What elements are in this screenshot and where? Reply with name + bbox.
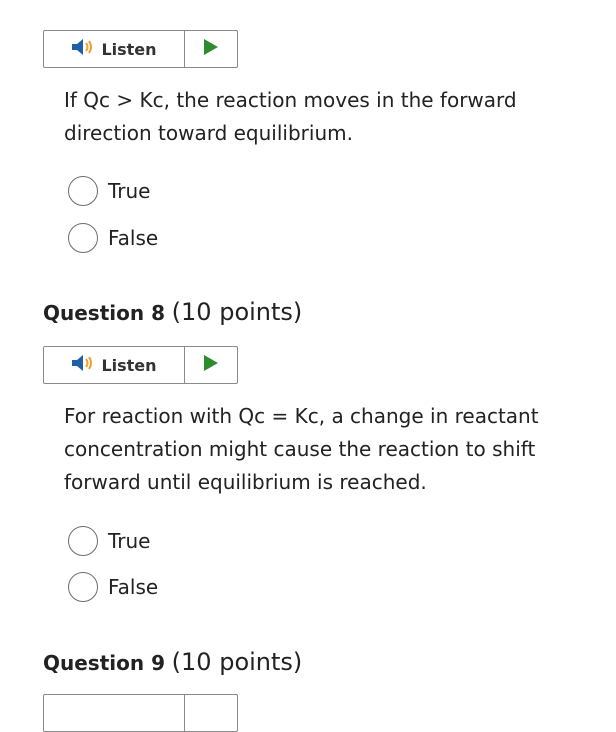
question-9-heading: Question 9 (10 points) xyxy=(43,648,302,676)
question-9-points: (10 points) xyxy=(171,648,303,676)
option-label: True xyxy=(108,529,151,553)
speaker-icon xyxy=(71,354,95,376)
question-7-option-true[interactable]: True xyxy=(68,176,150,206)
play-icon xyxy=(203,38,219,60)
speaker-icon xyxy=(71,38,95,60)
play-icon xyxy=(203,354,219,376)
option-label: True xyxy=(108,179,151,203)
question-7-text: If Qc > Kc, the reaction moves in the fo… xyxy=(64,88,517,145)
listen-button[interactable]: Listen xyxy=(44,347,185,383)
listen-label: Listen xyxy=(101,355,157,375)
play-button[interactable] xyxy=(185,347,237,383)
listen-label: Listen xyxy=(101,39,157,59)
play-button[interactable] xyxy=(185,31,237,67)
question-8-text: For reaction with Qc = Kc, a change in r… xyxy=(64,404,539,494)
radio-button[interactable] xyxy=(68,223,98,253)
option-label: False xyxy=(108,226,159,250)
radio-button[interactable] xyxy=(68,176,98,206)
radio-button[interactable] xyxy=(68,572,98,602)
question-9-title: Question 9 xyxy=(43,651,165,675)
listen-toolbar: Listen xyxy=(43,30,238,68)
question-8-option-false[interactable]: False xyxy=(68,572,158,602)
radio-button[interactable] xyxy=(68,526,98,556)
question-8-points: (10 points) xyxy=(171,298,303,326)
listen-toolbar: Listen xyxy=(43,346,238,384)
play-button[interactable] xyxy=(185,695,237,731)
question-7-option-false[interactable]: False xyxy=(68,223,158,253)
question-8-title: Question 8 xyxy=(43,301,165,325)
question-8-heading: Question 8 (10 points) xyxy=(43,298,302,326)
listen-button[interactable] xyxy=(44,695,185,731)
listen-button[interactable]: Listen xyxy=(44,31,185,67)
option-label: False xyxy=(108,575,159,599)
question-8-option-true[interactable]: True xyxy=(68,526,150,556)
